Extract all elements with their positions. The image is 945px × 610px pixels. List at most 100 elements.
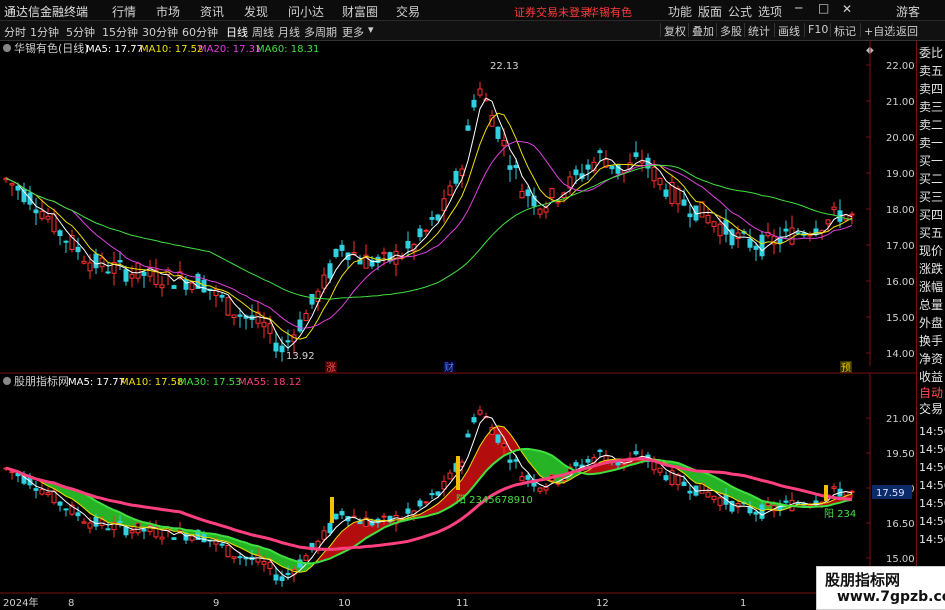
candle-body [513,459,519,462]
panel2-title: 股朋指标网 [14,374,69,388]
side-time: 14:56 [919,479,945,492]
event-tag-finance[interactable]: 财 [444,361,454,374]
menu-item-formula[interactable]: 公式 [728,3,752,20]
candle-body [537,208,543,215]
candle-body [39,489,45,495]
period-1min[interactable]: 1分钟 [30,24,59,40]
menu-item-market[interactable]: 行情 [112,3,136,20]
candle-body [33,209,39,214]
side-auto[interactable]: 自动 [919,385,943,401]
menu-item-trade[interactable]: 交易 [396,3,420,20]
candle-body [45,492,51,496]
candle-body [573,169,579,176]
side-trade[interactable]: 交易 [919,401,943,417]
side-field: 换手 [919,334,944,348]
candle-body [507,459,513,463]
candle-body [333,513,339,520]
panel2-ma5: MA5: 17.77 [68,377,125,388]
candle-body [189,282,195,291]
side-field: 现价 [919,244,944,258]
candle-body [261,560,267,565]
event-tag-limitup[interactable]: 涨 [326,362,336,374]
menu-item-wealth[interactable]: 财富圈 [342,3,378,20]
menu-item-options[interactable]: 选项 [758,3,782,20]
tool-mark[interactable]: 标记 [830,23,859,38]
candle-body [141,528,147,532]
candle-body [129,273,135,279]
signal-label-1: 阳 2345678910 [456,494,533,506]
menu-bar: 通达信金融终端 行情 市场 资讯 发现 问小达 财富圈 交易 证券交易未登录 华… [0,0,945,21]
ribbon-segment [540,451,546,480]
period-daily[interactable]: 日线 [226,24,248,40]
menu-item-discover[interactable]: 发现 [244,3,268,20]
panel1-candles [3,81,855,362]
candle-body [441,198,447,212]
login-status[interactable]: 证券交易未登录 [514,4,591,20]
event-tag-forecast[interactable]: 预 [841,362,851,374]
period-weekly[interactable]: 周线 [252,24,274,40]
period-5min[interactable]: 5分钟 [66,24,95,40]
candle-body [333,248,339,257]
candle-body [423,229,429,232]
chevron-down-icon[interactable]: ▾ [368,23,374,36]
tool-back[interactable]: 返回 [892,23,921,38]
candle-body [651,166,657,182]
panel2-ma10: MA10: 17.58 [120,377,183,388]
side-field: 涨跌 [919,262,944,276]
candle-body [327,523,333,534]
period-15min[interactable]: 15分钟 [102,24,138,40]
tool-overlay[interactable]: 叠加 [688,23,717,38]
period-intraday[interactable]: 分时 [4,24,26,40]
menu-item-function[interactable]: 功能 [668,3,692,20]
candle-body [231,314,237,319]
candle-body [225,297,231,316]
signal-label-2: 阳 234 [824,508,856,520]
menu-item-ask[interactable]: 问小达 [288,3,324,20]
minimize-icon[interactable]: ─ [795,1,802,15]
candle-body [687,213,693,218]
tool-statistics[interactable]: 统计 [744,23,773,38]
candle-body [429,217,435,220]
candle-body [219,543,225,546]
tool-f10[interactable]: F10 [804,23,831,37]
candle-body [609,165,615,170]
collapse-icon-2[interactable] [3,377,11,385]
menu-item-news[interactable]: 资讯 [200,3,224,20]
menu-item-layout[interactable]: 版面 [698,3,722,20]
candle-body [537,487,543,492]
candle-body [501,140,507,147]
candle-body [543,207,549,213]
close-icon[interactable]: ✕ [842,2,852,16]
candle-body [783,500,789,503]
candle-body [297,319,303,332]
candle-body [279,576,285,582]
candle-body [45,215,51,220]
candle-body [501,443,507,448]
candle-body [381,251,387,255]
candlestick-chart[interactable]: 华锡有色(日线) MA5: 17.77 MA10: 17.52 MA20: 17… [0,41,916,609]
candle-body [171,537,177,541]
menu-item-market2[interactable]: 市场 [156,3,180,20]
x-tick: 10 [338,598,351,609]
maximize-icon[interactable]: □ [818,1,829,15]
candle-body [423,501,429,504]
period-more[interactable]: 更多 [342,24,364,40]
candle-body [447,472,453,480]
tool-restore-rights[interactable]: 复权 [660,23,689,38]
tool-multi-stock[interactable]: 多股 [716,23,745,38]
tool-draw-line[interactable]: 画线 [774,23,803,38]
candle-body [681,199,687,206]
collapse-icon[interactable] [3,44,11,52]
y-tick-label: 15.00 [886,554,915,565]
candle-body [267,561,273,570]
period-multi[interactable]: 多周期 [304,24,337,40]
candle-body [159,536,165,540]
period-monthly[interactable]: 月线 [278,24,300,40]
side-field: 净资 [919,352,944,366]
guest-label[interactable]: 游客 [896,3,920,20]
period-60min[interactable]: 60分钟 [182,24,218,40]
candle-body [63,240,69,243]
period-30min[interactable]: 30分钟 [142,24,178,40]
candle-body [675,188,681,205]
side-time: 14:56 [919,497,945,510]
